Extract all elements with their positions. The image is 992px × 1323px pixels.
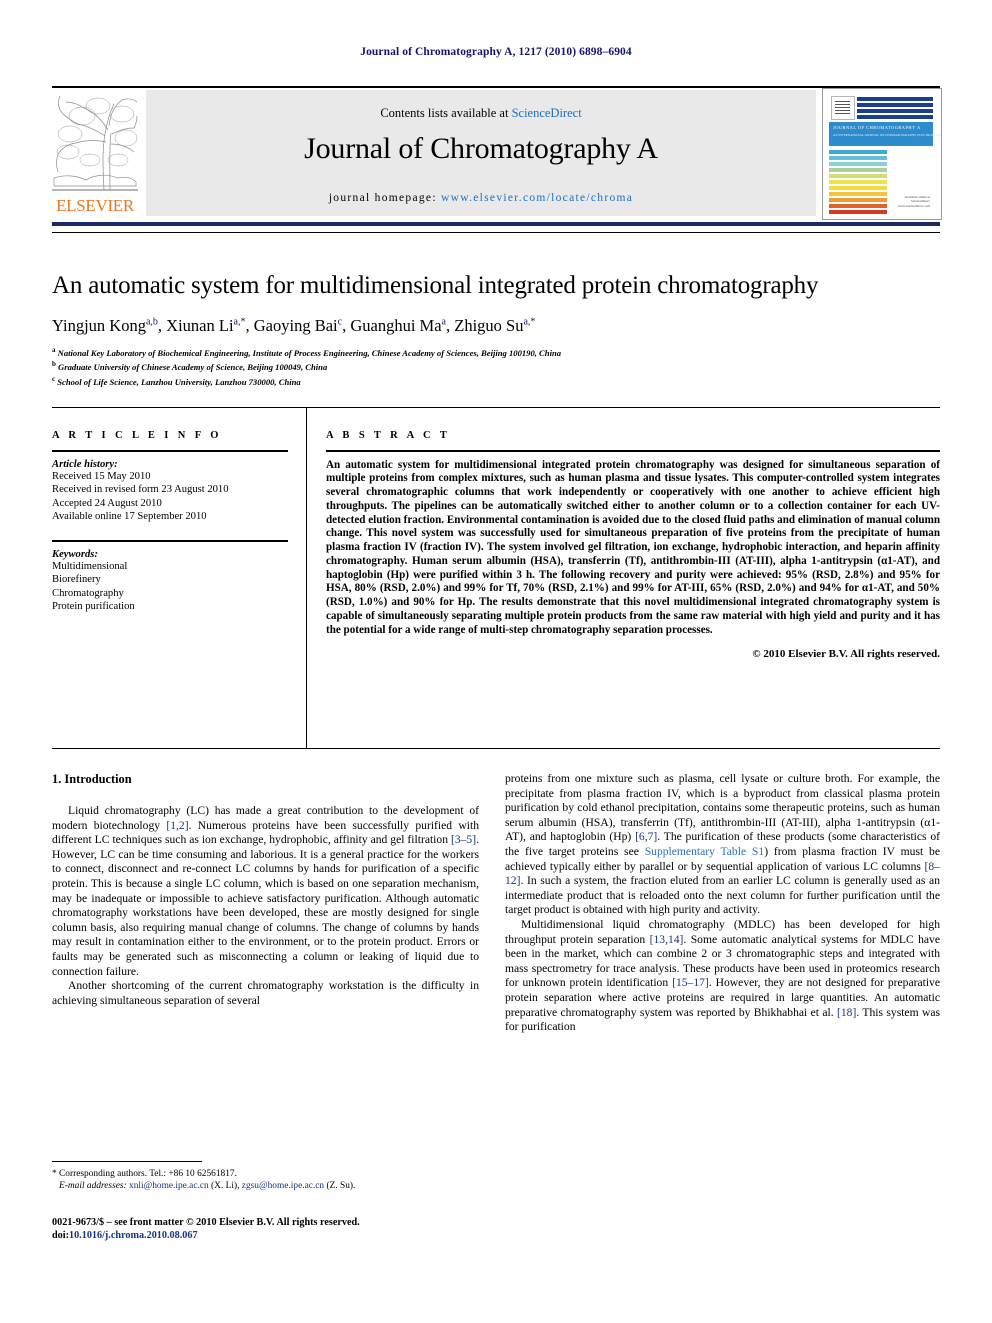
email-link-2[interactable]: zgsu@home.ipe.ac.cn [242, 1181, 324, 1191]
email-owner-1: (X. Li), [211, 1181, 240, 1191]
email-link-1[interactable]: xnli@home.ipe.ac.cn [129, 1181, 209, 1191]
sciencedirect-link[interactable]: ScienceDirect [512, 106, 582, 120]
journal-cover-artwork: JOURNAL OF CHROMATOGRAPHY A AN INTERNATI… [829, 94, 941, 214]
keyword-item: Multidimensional [52, 560, 128, 572]
author-name: Gaoying Bai [253, 316, 338, 335]
journal-cover-emblem-icon [831, 96, 855, 120]
article-history-item: Received in revised form 23 August 2010 [52, 484, 229, 496]
doi-label: doi: [52, 1230, 69, 1242]
keyword-item: Biorefinery [52, 574, 101, 586]
affiliation-list: a National Key Laboratory of Biochemical… [52, 345, 942, 388]
citation-reference[interactable]: [18] [837, 1006, 856, 1019]
email-owner-2: (Z. Su). [326, 1181, 356, 1191]
affiliation-mark: c [52, 374, 56, 383]
author-name: Zhiguo Su [454, 316, 524, 335]
keyword-item: Chromatography [52, 587, 124, 599]
citation-reference[interactable]: [3–5] [451, 833, 476, 846]
body-paragraph: Another shortcoming of the current chrom… [52, 979, 479, 1007]
affiliation-line: a National Key Laboratory of Biochemical… [52, 346, 562, 358]
author-affiliation-mark: c [337, 316, 343, 328]
elsevier-wordmark: ELSEVIER [56, 196, 134, 215]
article-info-heading: A R T I C L E I N F O [52, 430, 222, 441]
supplementary-table-link[interactable]: Supplementary Table S1 [645, 845, 764, 858]
elsevier-tree-icon [52, 90, 138, 194]
body-right-paragraphs: proteins from one mixture such as plasma… [505, 772, 940, 1035]
article-first-page: Journal of Chromatography A, 1217 (2010)… [0, 0, 992, 1323]
abstract-heading: A B S T R A C T [326, 430, 451, 441]
abstract-copyright: © 2010 Elsevier B.V. All rights reserved… [752, 648, 940, 661]
contents-prefix: Contents lists available at [380, 106, 512, 120]
masthead: ELSEVIER Contents lists available at Sci… [52, 88, 942, 220]
doi-line: doi:10.1016/j.chroma.2010.08.067 [52, 1229, 482, 1242]
journal-cover-thumbnail: JOURNAL OF CHROMATOGRAPHY A AN INTERNATI… [822, 88, 942, 220]
body-paragraph: Multidimensional liquid chromatography (… [505, 917, 940, 1034]
author-affiliation-mark: a,* [233, 316, 246, 328]
page-title: An automatic system for multidimensional… [52, 272, 819, 299]
abstract-band-bottom-rule [52, 748, 940, 749]
abstract-band-top-rule [52, 407, 940, 408]
article-history-label: Article history: [52, 458, 118, 470]
body-column-left: 1. Introduction Liquid chromatography (L… [52, 772, 479, 1008]
corresponding-author-note: * Corresponding authors. Tel.: +86 10 62… [52, 1169, 237, 1179]
citation-reference[interactable]: [15–17] [672, 976, 709, 989]
article-history-item: Accepted 24 August 2010 [52, 497, 162, 509]
journal-cover-title: JOURNAL OF CHROMATOGRAPHY A [833, 125, 921, 130]
author-affiliation-mark: a,b [145, 316, 158, 328]
email-addresses-label: E-mail addresses: [59, 1181, 127, 1191]
author-affiliation-mark: a,* [523, 316, 536, 328]
journal-cover-title-band: JOURNAL OF CHROMATOGRAPHY A AN INTERNATI… [829, 122, 941, 146]
imprint-block: 0021-9673/$ – see front matter © 2010 El… [52, 1216, 482, 1243]
running-head: Journal of Chromatography A, 1217 (2010)… [360, 46, 632, 58]
keyword-item: Protein purification [52, 601, 135, 613]
citation-reference[interactable]: [13,14] [650, 933, 684, 946]
body-paragraph: Liquid chromatography (LC) has made a gr… [52, 804, 479, 978]
footnote-rule [52, 1161, 202, 1162]
keywords-label: Keywords: [52, 548, 98, 560]
abstract-band-column-divider [306, 407, 307, 749]
homepage-prefix: journal homepage: [328, 192, 441, 204]
abstract-rule [326, 450, 940, 452]
affiliation-line: b Graduate University of Chinese Academy… [52, 360, 328, 373]
citation-reference[interactable]: [8–12] [505, 860, 940, 888]
citation-reference[interactable]: [1,2] [166, 819, 188, 832]
affiliation-mark: b [52, 360, 56, 369]
article-history-item: Received 15 May 2010 [52, 470, 151, 482]
footnote-block: * Corresponding authors. Tel.: +86 10 62… [52, 1168, 482, 1192]
article-info-rule [52, 450, 288, 452]
article-history-item: Available online 17 September 2010 [52, 511, 207, 523]
author-affiliation-mark: a [441, 316, 446, 328]
masthead-thin-rule [52, 232, 940, 233]
article-history-list: Received 15 May 2010 Received in revised … [52, 470, 288, 524]
section-heading-introduction: 1. Introduction [52, 772, 132, 786]
keywords-rule [52, 539, 288, 542]
masthead-center-panel: Contents lists available at ScienceDirec… [146, 90, 816, 216]
article-info-column: A R T I C L E I N F O Article history: R… [52, 430, 288, 614]
author-list: Yingjun Konga,b, Xiunan Lia,*, Gaoying B… [52, 316, 536, 335]
affiliation-mark: a [52, 346, 56, 354]
affiliation-line: c School of Life Science, Lanzhou Univer… [52, 374, 301, 387]
author-name: Xiunan Li [166, 316, 234, 335]
citation-reference[interactable]: [6,7] [635, 830, 657, 843]
doi-link[interactable]: 10.1016/j.chroma.2010.08.067 [69, 1230, 198, 1241]
cover-footer-line-3: www.sciencedirect.com [897, 203, 930, 208]
journal-homepage-line: journal homepage: www.elsevier.com/locat… [146, 192, 816, 204]
masthead-navy-rule [52, 222, 940, 226]
keywords-list: Multidimensional Biorefinery Chromatograph… [52, 560, 288, 614]
abstract-column: A B S T R A C T An automatic system for … [326, 430, 940, 660]
abstract-text: An automatic system for multidimensional… [326, 458, 940, 636]
elsevier-logo: ELSEVIER [52, 90, 138, 216]
contents-available-line: Contents lists available at ScienceDirec… [146, 106, 816, 121]
homepage-url-link[interactable]: www.elsevier.com/locate/chroma [441, 192, 633, 204]
body-column-right: proteins from one mixture such as plasma… [505, 772, 940, 1035]
body-left-paragraphs: Liquid chromatography (LC) has made a gr… [52, 804, 479, 1008]
body-paragraph: proteins from one mixture such as plasma… [505, 772, 940, 917]
author-name: Yingjun Kong [52, 316, 146, 335]
author-name: Guanghui Ma [350, 316, 442, 335]
issn-front-matter-line: 0021-9673/$ – see front matter © 2010 El… [52, 1217, 360, 1228]
email-addresses-note: E-mail addresses: xnli@home.ipe.ac.cn (X… [52, 1180, 482, 1192]
journal-title: Journal of Chromatography A [304, 132, 658, 165]
journal-cover-sciencedirect-footer: Available online at ScienceDirect www.sc… [898, 195, 930, 208]
journal-cover-subtitle: AN INTERNATIONAL JOURNAL ON CHROMATOGRAP… [833, 133, 941, 137]
